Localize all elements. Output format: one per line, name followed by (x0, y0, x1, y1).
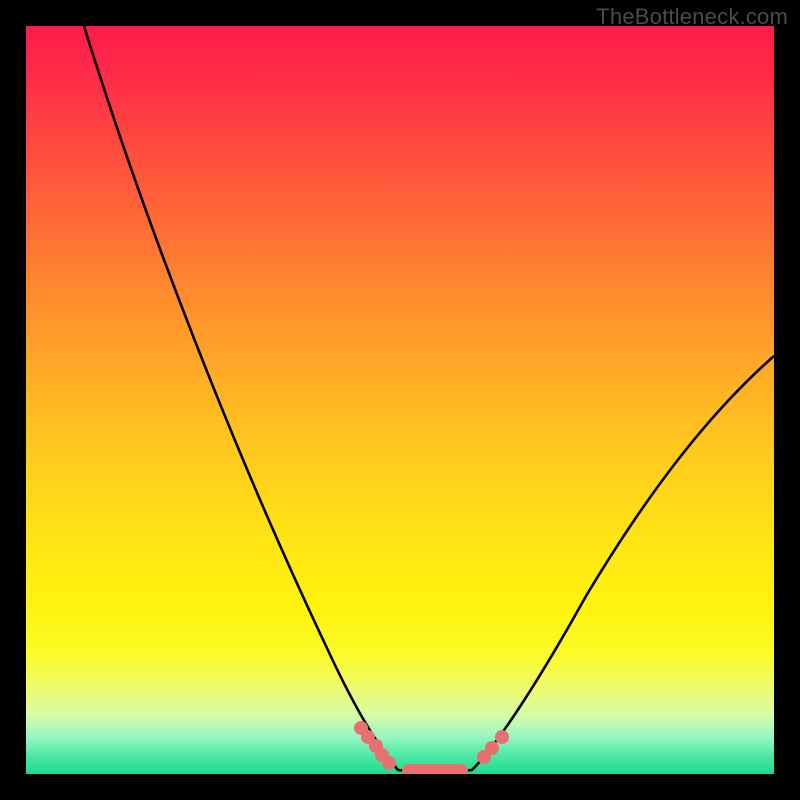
right-marker-cluster (477, 730, 509, 764)
chart-frame: TheBottleneck.com (0, 0, 800, 800)
bottleneck-curve (84, 26, 774, 772)
trough-highlight (402, 764, 468, 774)
plot-area (26, 26, 774, 774)
curve-layer (26, 26, 774, 774)
watermark-text: TheBottleneck.com (596, 4, 788, 30)
left-marker-cluster (354, 721, 396, 770)
